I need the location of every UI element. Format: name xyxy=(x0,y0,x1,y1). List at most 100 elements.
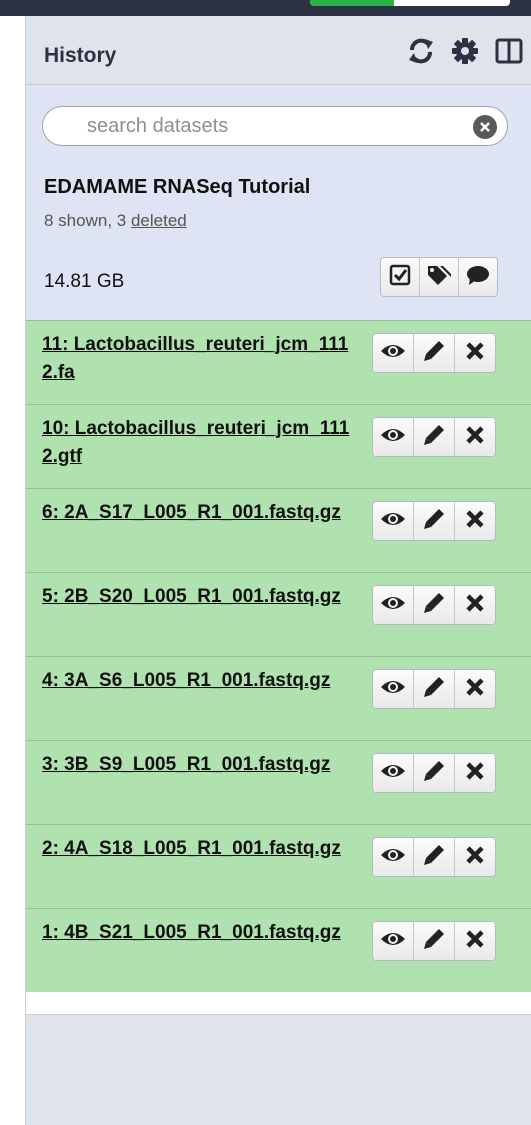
masthead-progress-fill xyxy=(310,0,394,6)
dataset-action-buttons xyxy=(372,753,496,793)
dataset-title[interactable]: 2: 4A_S18_L005_R1_001.fastq.gz xyxy=(42,835,352,863)
view-dataset-button[interactable] xyxy=(373,838,414,876)
delete-dataset-button[interactable] xyxy=(455,670,495,708)
eye-icon xyxy=(380,425,406,450)
dataset-action-buttons xyxy=(372,921,496,961)
history-panel-header: History xyxy=(26,16,531,85)
tags-icon xyxy=(426,263,452,292)
close-icon xyxy=(465,509,485,534)
clear-search-icon[interactable] xyxy=(473,115,497,139)
deleted-link[interactable]: deleted xyxy=(131,211,187,230)
history-panel: History search datasets EDAMAME RNASeq T… xyxy=(25,16,531,1125)
dataset-action-buttons xyxy=(372,585,496,625)
close-icon xyxy=(465,677,485,702)
delete-dataset-button[interactable] xyxy=(455,502,495,540)
edit-dataset-button[interactable] xyxy=(414,334,455,372)
history-size: 14.81 GB xyxy=(44,271,125,292)
edit-dataset-button[interactable] xyxy=(414,922,455,960)
gear-icon[interactable] xyxy=(450,36,480,66)
view-dataset-button[interactable] xyxy=(373,922,414,960)
close-icon xyxy=(465,845,485,870)
dataset-title[interactable]: 11: Lactobacillus_reuteri_jcm_1112.fa xyxy=(42,331,352,387)
view-dataset-button[interactable] xyxy=(373,502,414,540)
dataset-action-buttons xyxy=(372,333,496,373)
dataset-item[interactable]: 10: Lactobacillus_reuteri_jcm_1112.gtf xyxy=(26,404,531,488)
dataset-title[interactable]: 6: 2A_S17_L005_R1_001.fastq.gz xyxy=(42,499,352,527)
select-datasets-button[interactable] xyxy=(381,258,420,296)
close-icon xyxy=(465,341,485,366)
shown-count: 8 shown, 3 xyxy=(44,211,131,230)
close-icon xyxy=(465,425,485,450)
delete-dataset-button[interactable] xyxy=(455,838,495,876)
checkbox-icon xyxy=(388,263,412,292)
history-info: EDAMAME RNASeq Tutorial 8 shown, 3 delet… xyxy=(26,85,531,320)
pencil-icon xyxy=(422,591,446,620)
view-dataset-button[interactable] xyxy=(373,670,414,708)
panel-footer xyxy=(26,1014,531,1125)
edit-dataset-button[interactable] xyxy=(414,418,455,456)
eye-icon xyxy=(380,845,406,870)
dataset-item[interactable]: 1: 4B_S21_L005_R1_001.fastq.gz xyxy=(26,908,531,992)
delete-dataset-button[interactable] xyxy=(455,586,495,624)
pencil-icon xyxy=(422,675,446,704)
pencil-icon xyxy=(422,423,446,452)
edit-dataset-button[interactable] xyxy=(414,754,455,792)
dataset-item[interactable]: 6: 2A_S17_L005_R1_001.fastq.gz xyxy=(26,488,531,572)
search-box xyxy=(42,106,508,146)
dataset-action-buttons xyxy=(372,669,496,709)
dataset-list: 11: Lactobacillus_reuteri_jcm_1112.fa 10… xyxy=(26,320,531,992)
dataset-item[interactable]: 2: 4A_S18_L005_R1_001.fastq.gz xyxy=(26,824,531,908)
history-name[interactable]: EDAMAME RNASeq Tutorial xyxy=(44,176,310,199)
dataset-title[interactable]: 3: 3B_S9_L005_R1_001.fastq.gz xyxy=(42,751,352,779)
dataset-item[interactable]: 5: 2B_S20_L005_R1_001.fastq.gz xyxy=(26,572,531,656)
delete-dataset-button[interactable] xyxy=(455,334,495,372)
panel-title: History xyxy=(44,44,117,67)
view-dataset-button[interactable] xyxy=(373,586,414,624)
view-dataset-button[interactable] xyxy=(373,334,414,372)
search-input[interactable] xyxy=(43,107,463,145)
pencil-icon xyxy=(422,927,446,956)
view-dataset-button[interactable] xyxy=(373,418,414,456)
delete-dataset-button[interactable] xyxy=(455,754,495,792)
dataset-title[interactable]: 1: 4B_S21_L005_R1_001.fastq.gz xyxy=(42,919,352,947)
tags-button[interactable] xyxy=(420,258,459,296)
close-icon xyxy=(465,929,485,954)
dataset-action-buttons xyxy=(372,501,496,541)
dataset-item[interactable]: 4: 3A_S6_L005_R1_001.fastq.gz xyxy=(26,656,531,740)
dataset-item[interactable]: 3: 3B_S9_L005_R1_001.fastq.gz xyxy=(26,740,531,824)
dataset-item[interactable]: 11: Lactobacillus_reuteri_jcm_1112.fa xyxy=(26,320,531,404)
eye-icon xyxy=(380,929,406,954)
header-icon-bar xyxy=(406,36,524,66)
eye-icon xyxy=(380,341,406,366)
eye-icon xyxy=(380,593,406,618)
history-action-buttons xyxy=(380,257,498,297)
pencil-icon xyxy=(422,507,446,536)
left-gutter xyxy=(0,16,25,1125)
masthead xyxy=(0,0,531,16)
columns-icon[interactable] xyxy=(494,36,524,66)
pencil-icon xyxy=(422,339,446,368)
refresh-icon[interactable] xyxy=(406,36,436,66)
edit-dataset-button[interactable] xyxy=(414,586,455,624)
dataset-action-buttons xyxy=(372,417,496,457)
history-counts: 8 shown, 3 deleted xyxy=(44,211,187,231)
eye-icon xyxy=(380,509,406,534)
galaxy-app: History search datasets EDAMAME RNASeq T… xyxy=(0,0,531,1125)
close-icon xyxy=(465,593,485,618)
pencil-icon xyxy=(422,843,446,872)
close-icon xyxy=(465,761,485,786)
edit-dataset-button[interactable] xyxy=(414,502,455,540)
edit-dataset-button[interactable] xyxy=(414,838,455,876)
dataset-title[interactable]: 4: 3A_S6_L005_R1_001.fastq.gz xyxy=(42,667,352,695)
annotation-button[interactable] xyxy=(459,258,497,296)
dataset-action-buttons xyxy=(372,837,496,877)
delete-dataset-button[interactable] xyxy=(455,922,495,960)
dataset-title[interactable]: 5: 2B_S20_L005_R1_001.fastq.gz xyxy=(42,583,352,611)
edit-dataset-button[interactable] xyxy=(414,670,455,708)
dataset-title[interactable]: 10: Lactobacillus_reuteri_jcm_1112.gtf xyxy=(42,415,352,471)
eye-icon xyxy=(380,677,406,702)
comment-icon xyxy=(465,263,491,292)
pencil-icon xyxy=(422,759,446,788)
view-dataset-button[interactable] xyxy=(373,754,414,792)
delete-dataset-button[interactable] xyxy=(455,418,495,456)
